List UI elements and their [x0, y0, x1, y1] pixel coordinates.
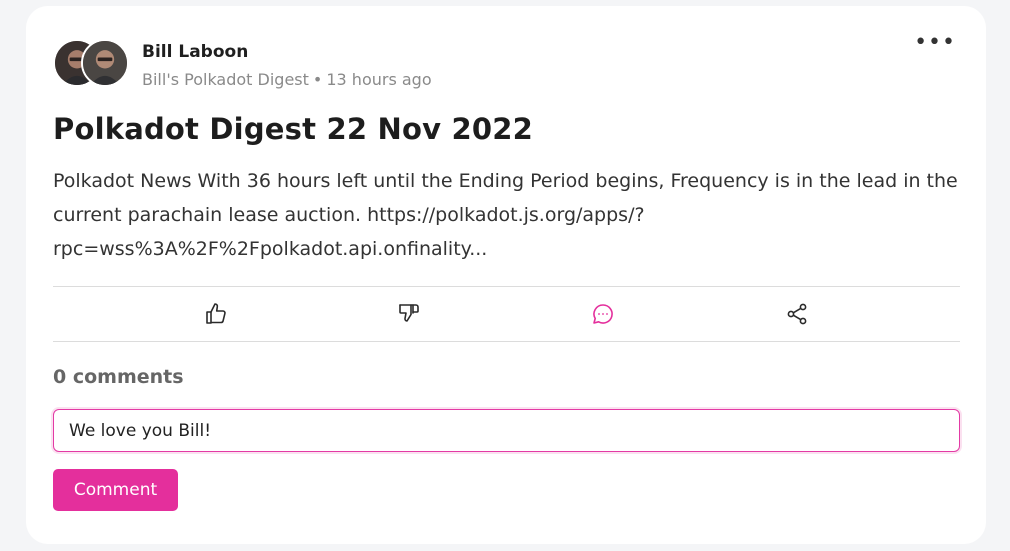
- action-bar: [53, 287, 960, 341]
- comment-count: 0 comments: [53, 366, 184, 388]
- thumbs-down-icon[interactable]: [397, 302, 421, 326]
- thumbs-up-icon[interactable]: [204, 302, 228, 326]
- author-name[interactable]: Bill Laboon: [142, 41, 432, 63]
- post-subline: Bill's Polkadot Digest • 13 hours ago: [142, 69, 432, 91]
- post-meta: Bill Laboon Bill's Polkadot Digest • 13 ho…: [142, 41, 432, 91]
- publication-name[interactable]: Bill's Polkadot Digest: [142, 70, 309, 89]
- comment-submit-button[interactable]: Comment: [53, 469, 178, 511]
- post-card: Bill Laboon Bill's Polkadot Digest • 13 ho…: [26, 6, 986, 544]
- avatar-group[interactable]: [53, 39, 133, 89]
- post-title[interactable]: Polkadot Digest 22 Nov 2022: [53, 112, 533, 146]
- person-avatar-icon: [83, 41, 127, 85]
- comment-input[interactable]: [53, 409, 960, 452]
- separator-dot: •: [312, 70, 323, 89]
- post-time: 13 hours ago: [326, 70, 432, 89]
- comment-icon[interactable]: [591, 302, 615, 326]
- divider: [53, 341, 960, 342]
- post-body: Polkadot News With 36 hours left until t…: [53, 170, 958, 260]
- post-header: Bill Laboon Bill's Polkadot Digest • 13 ho…: [53, 39, 432, 91]
- share-icon[interactable]: [785, 302, 809, 326]
- more-options-icon[interactable]: •••: [914, 32, 956, 54]
- avatar[interactable]: [81, 39, 129, 87]
